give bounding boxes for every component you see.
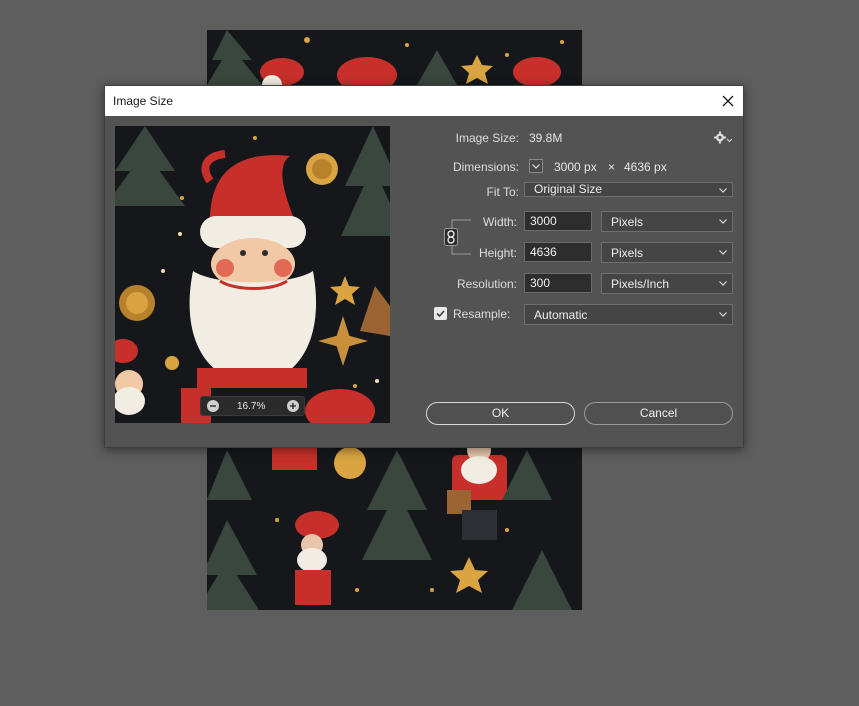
link-icon (444, 228, 458, 246)
ok-button[interactable]: OK (426, 402, 575, 425)
resample-select[interactable]: Automatic (524, 304, 733, 325)
width-unit-value: Pixels (611, 215, 644, 229)
height-unit-value: Pixels (611, 246, 644, 260)
zoom-in-button[interactable] (287, 400, 299, 412)
dimensions-height: 4636 px (624, 160, 667, 174)
close-button[interactable] (713, 86, 743, 116)
zoom-value: 16.7% (237, 401, 266, 412)
resolution-unit-select[interactable]: Pixels/Inch (601, 273, 733, 294)
preview-zoom-control: 16.7% (200, 396, 305, 416)
image-size-value: 39.8M (529, 131, 563, 145)
resolution-label: Resolution: (456, 277, 517, 291)
santa-bottom-small-1 (272, 448, 317, 470)
dimensions-times: × (608, 160, 616, 174)
dimensions-width: 3000 px (554, 160, 597, 174)
width-unit-select[interactable]: Pixels (601, 211, 733, 232)
image-size-dialog: Image Size 16.7% Image Size: 39.8M Dimen… (104, 85, 744, 448)
santa-hat-top-right (513, 57, 561, 87)
gear-icon (714, 131, 733, 144)
chevron-down-icon (532, 164, 540, 169)
dialog-titlebar: Image Size (105, 86, 743, 116)
chevron-down-icon (719, 250, 727, 255)
chevron-down-icon (719, 281, 727, 286)
chevron-down-icon (719, 219, 727, 224)
settings-menu-button[interactable] (714, 131, 733, 147)
resolution-input[interactable] (524, 273, 592, 293)
chevron-down-icon (719, 188, 727, 193)
image-size-label: Image Size: (455, 131, 519, 145)
fit-to-value: Original Size (534, 182, 603, 196)
width-input[interactable] (524, 211, 592, 231)
height-unit-select[interactable]: Pixels (601, 242, 733, 263)
preview-santa-image (115, 126, 390, 423)
close-icon (722, 95, 734, 107)
dimensions-unit-dropdown[interactable] (529, 159, 543, 173)
height-label: Height: (478, 246, 517, 260)
resample-checkbox[interactable] (434, 307, 447, 320)
dimensions-label: Dimensions: (452, 160, 519, 174)
fit-to-select[interactable]: Original Size (524, 182, 733, 197)
resample-label: Resample: (453, 307, 511, 321)
zoom-out-icon (210, 405, 216, 407)
zoom-in-icon (290, 403, 296, 409)
ornament-bottom (334, 447, 366, 479)
width-label: Width: (482, 215, 517, 229)
resolution-unit-value: Pixels/Inch (611, 277, 670, 291)
cancel-button[interactable]: Cancel (584, 402, 733, 425)
height-input[interactable] (524, 242, 592, 262)
checkmark-icon (436, 310, 445, 318)
dialog-title: Image Size (113, 94, 174, 108)
image-preview[interactable]: 16.7% (115, 126, 390, 423)
zoom-out-button[interactable] (207, 400, 219, 412)
fit-to-label: Fit To: (486, 185, 519, 199)
chevron-down-icon (719, 312, 727, 317)
resample-value: Automatic (534, 308, 588, 322)
